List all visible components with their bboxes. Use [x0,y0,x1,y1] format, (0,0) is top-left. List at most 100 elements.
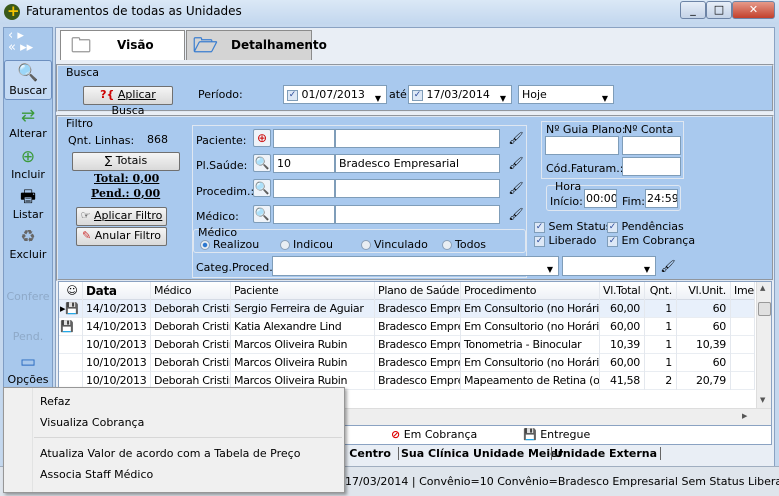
date-from-picker[interactable]: ✓ 01/07/2013 ▼ [283,85,387,104]
paciente-code-input[interactable] [273,129,335,148]
col-vltotal[interactable]: Vl.Total [600,282,645,300]
cell-ime [731,354,755,372]
toolbar-incluir[interactable]: ⊕ Incluir [4,145,52,185]
fim-input[interactable]: 24:59 [645,189,678,208]
cell-ime [731,318,755,336]
cell-proc: Em Consultorio (no Horário [461,354,600,372]
cell-unit: 60 [677,318,731,336]
procedim-code-input[interactable] [273,179,335,198]
inicio-input[interactable]: 00:00 [584,189,617,208]
col-ime[interactable]: Ime [731,282,755,300]
plsaude-search-icon[interactable]: 🔍 [253,154,271,172]
cell-unit: 10,39 [677,336,731,354]
cell-date: 14/10/2013 [83,300,151,318]
col-medico[interactable]: Médico [151,282,231,300]
table-row[interactable]: 💾14/10/2013Deborah CristinaKatia Alexand… [59,318,755,336]
tab-visao-geral[interactable]: 🗀Visão Geral [60,30,185,80]
collapse-arrows-icon[interactable]: ‹ ▸ « ▸▸ [8,29,33,54]
radio-realizou[interactable]: Realizou [200,238,259,251]
clear-medico-icon[interactable]: 🖌 [507,205,525,223]
medico-name-input[interactable] [335,205,500,224]
plsaude-name-input[interactable]: Bradesco Empresarial [335,154,500,173]
toolbar-excluir[interactable]: ♻ Excluir [4,225,52,265]
paciente-search-icon[interactable]: ⊕ [253,129,271,147]
date-to-picker[interactable]: ✓ 17/03/2014 ▼ [408,85,512,104]
aplicar-filtro-button[interactable]: ☞ Aplicar Filtro [76,207,167,226]
table-row[interactable]: 10/10/2013Deborah CristinaMarcos Oliveir… [59,336,755,354]
scroll-down-icon[interactable]: ▼ [760,396,765,404]
cell-date: 14/10/2013 [83,318,151,336]
clear-plsaude-icon[interactable]: 🖌 [507,154,525,172]
cell-total: 10,39 [600,336,645,354]
scroll-right-icon[interactable]: ▶ [742,412,747,420]
procedim-name-input[interactable] [335,179,500,198]
check-pendencias[interactable]: ✓ Pendências [607,220,684,233]
tab-detalhamento[interactable]: 🗁 Detalhamento [186,30,327,60]
menu-item-refaz[interactable]: Refaz [40,395,70,408]
check-sem-status[interactable]: ✓ Sem Status [534,220,612,233]
codfat-input[interactable] [622,157,681,176]
col-data[interactable]: Data [83,282,151,300]
radio-indicou[interactable]: Indicou [280,238,333,251]
toolbar-opcoes[interactable]: ▭ Opções [4,350,52,390]
date-to-checkbox[interactable]: ✓ [412,89,423,101]
col-qnt[interactable]: Qnt. [645,282,677,300]
totais-button[interactable]: ∑ Totais [72,152,180,171]
conta-input[interactable] [622,136,681,155]
unit-tab-centro[interactable]: e Centro [338,447,391,460]
anular-filtro-button[interactable]: ✎ Anular Filtro [76,227,167,246]
categ-select-2[interactable]: ▼ [562,256,656,276]
scroll-up-icon[interactable]: ▲ [760,284,765,292]
cell-proc: Tonometria - Binocular [461,336,600,354]
floppy-icon: ▸💾 [59,300,83,318]
procedim-search-icon[interactable]: 🔍 [253,179,271,197]
menu-item-visualiza-cobranca[interactable]: Visualiza Cobrança [40,416,144,429]
cell-plano: Bradesco Empresarial [375,336,461,354]
table-row[interactable]: 10/10/2013Deborah CristinaMarcos Oliveir… [59,354,755,372]
col-paciente[interactable]: Paciente [231,282,375,300]
toolbar-alterar[interactable]: ⇄ Alterar [4,104,52,144]
minimize-button[interactable]: _ [680,1,706,19]
aplicar-busca-button[interactable]: ?{ Aplicar Busca [83,86,173,117]
medico-search-icon[interactable]: 🔍 [253,205,271,223]
close-button[interactable]: ✕ [732,1,775,19]
vertical-scrollbar[interactable]: ▲ ▼ [756,282,771,408]
date-from-checkbox[interactable]: ✓ [287,89,298,101]
clear-paciente-icon[interactable]: 🖌 [507,129,525,147]
plsaude-code-input[interactable]: 10 [273,154,335,173]
col-procedimento[interactable]: Procedimento [461,282,600,300]
medico-code-input[interactable] [273,205,335,224]
cell-plano: Bradesco Empresarial [375,354,461,372]
toolbar-listar[interactable]: 🖶 Listar [4,185,52,225]
check-liberado[interactable]: ✓ Liberado [534,234,596,247]
check-em-cobranca[interactable]: ✓ Em Cobrança [607,234,695,247]
clear-categ-icon[interactable]: 🖌 [659,257,677,275]
menu-item-associa-staff[interactable]: Associa Staff Médico [40,468,153,481]
unit-tab-externa[interactable]: Unidade Externa [551,447,662,460]
scroll-thumb[interactable] [758,302,771,316]
app-icon [4,2,20,20]
menu-item-atualiza-valor[interactable]: Atualiza Valor de acordo com a Tabela de… [40,447,300,460]
radio-todos[interactable]: Todos [442,238,486,251]
clear-procedim-icon[interactable]: 🖌 [507,179,525,197]
categ-select-1[interactable]: ▼ [272,256,559,276]
toolbar-buscar[interactable]: 🔍 Buscar [4,60,52,100]
cell-total: 60,00 [600,300,645,318]
cell-qnt: 2 [645,372,677,390]
busca-group: Busca ?{ Aplicar Busca Período: ✓ 01/07/… [56,64,774,117]
cell-proc: Mapeamento de Retina (oft [461,372,600,390]
maximize-button[interactable]: □ [706,1,732,19]
periodo-label: Período: [198,88,243,101]
cell-ime [731,372,755,390]
paciente-name-input[interactable] [335,129,500,148]
forbidden-icon: ⊘ [391,428,401,441]
col-plano[interactable]: Plano de Saúde [375,282,461,300]
period-preset-select[interactable]: Hoje ▼ [518,85,614,104]
radio-vinculado[interactable]: Vinculado [361,238,428,251]
table-row[interactable]: ▸💾14/10/2013Deborah CristinaSergio Ferre… [59,300,755,318]
col-vlunit[interactable]: Vl.Unit. [677,282,731,300]
add-document-icon: ⊕ [20,147,36,167]
guia-input[interactable] [545,136,619,155]
hora-box: Hora Início: 00:00 Fim: 24:59 [546,180,681,211]
unit-tab-meier[interactable]: Sua Clínica Unidade Meier [398,447,563,460]
